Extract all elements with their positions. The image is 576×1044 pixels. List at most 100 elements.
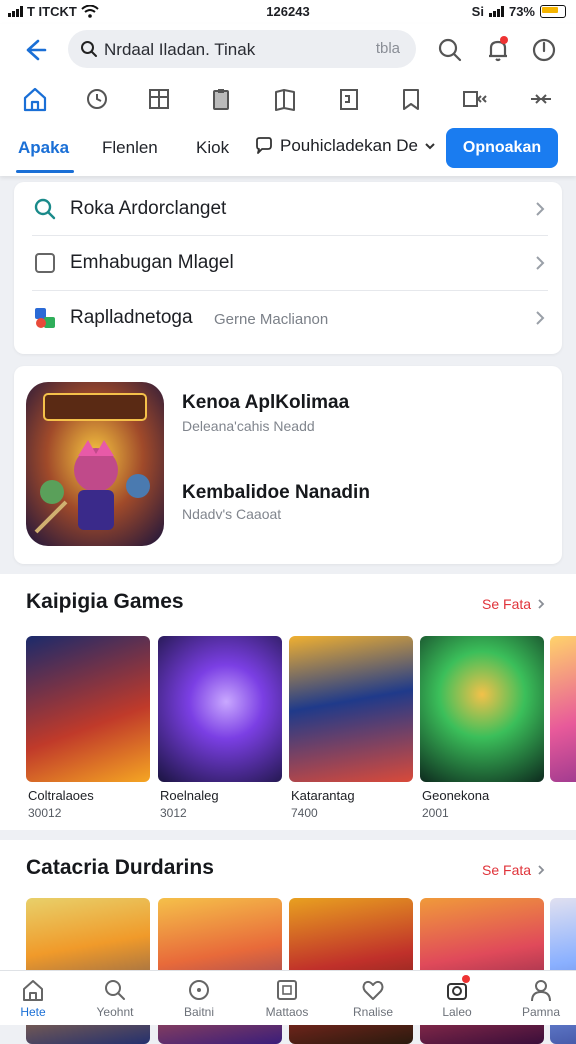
featured-card[interactable]: Kenoa AplKolimaa Deleana'cahis Neadd Kem… [14,366,562,564]
notification-button[interactable] [482,34,514,66]
search-icon [81,41,97,57]
cell-signal-icon [488,6,504,17]
game-name: Coltralaoes [28,788,94,803]
compass-icon [189,980,209,1000]
nav-label: Rnalise [352,1005,394,1019]
game-thumbnail [550,636,576,782]
camera-icon-wrap [444,975,470,1003]
game-card[interactable]: Tr [550,636,576,782]
search-icon [34,198,56,220]
nav-search[interactable]: Yeohnt [74,977,156,1019]
see-all-link[interactable]: Se Fata [482,862,545,878]
home-icon[interactable] [20,84,50,114]
game-meta: 7400 [291,806,318,820]
games-section: Kaipigia Games Se Fata Coltralaoes 30012… [0,574,576,830]
status-right: Si 73% [472,4,566,19]
games-section-2: Catacria Durdarins Se Fata [0,840,576,1044]
bookmark-icon[interactable] [396,84,426,114]
clock-icon[interactable] [82,84,112,114]
battery-icon [540,5,566,18]
nav-library[interactable]: Mattaos [246,977,328,1019]
category-icon-row [0,80,576,120]
chevron-down-icon [425,143,435,150]
document-icon[interactable] [334,84,364,114]
menu-item[interactable]: Emhabugan Mlagel [14,236,562,290]
nav-label: Mattaos [265,1005,309,1019]
book-icon[interactable] [270,84,300,114]
bell-icon [489,40,507,62]
tab-flenlen[interactable]: Flenlen [102,138,158,158]
heart-icon [362,980,384,1000]
active-tab-indicator [16,170,74,173]
menu-item[interactable]: Raplladnetoga Gerne Maclianon [14,291,562,345]
game-name: Geonekona [422,788,490,803]
game-card[interactable]: Roelnaleg 3012 [158,636,282,820]
section-title: Kaipigia Games [26,590,184,613]
menu-item-label: Roka Ardorclanget [70,198,227,219]
chevron-right-icon [536,311,545,325]
search-hint: tbla [375,40,400,57]
home-icon [23,980,43,1001]
status-right-text: Si [471,4,484,19]
notification-dot [462,975,470,983]
nav-home[interactable]: Hete [0,977,74,1019]
checkbox-icon [35,253,55,273]
see-all-link[interactable]: Se Fata [482,596,545,612]
nav-label: Baitni [183,1005,215,1019]
nav-camera[interactable]: Laleo [416,975,498,1019]
chevron-right-icon [538,865,545,875]
clipboard-icon[interactable] [206,84,236,114]
nav-explore[interactable]: Baitni [158,977,240,1019]
grid-icon[interactable] [144,84,174,114]
search-input[interactable] [102,37,326,63]
nav-label: Pamna [521,1005,561,1019]
featured-subtitle-2: Ndadv's Caaoat [182,506,282,522]
game-meta: 2001 [422,806,449,820]
see-all-label: Se Fata [482,862,532,878]
search-icon[interactable] [434,34,466,66]
featured-title-1: Kenoa AplKolimaa [182,392,350,413]
featured-subtitle-1: Deleana'cahis Neadd [182,418,315,434]
tab-apaka[interactable]: Apaka [18,138,69,158]
chevron-right-icon [536,256,545,270]
filter-dropdown[interactable]: Pouhicladekan De [254,136,436,156]
media-icon[interactable] [460,84,490,114]
game-card[interactable]: Geonekona 2001 [420,636,544,820]
menu-item-label: Raplladnetoga [70,307,193,328]
back-arrow-icon[interactable] [18,34,50,66]
game-card[interactable]: Coltralaoes 30012 [26,636,150,820]
tab-row: Apaka Flenlen Kiok Pouhicladekan De Opno… [0,124,576,176]
open-button[interactable]: Opnoakan [446,128,558,168]
status-bar: T ITCKT 126243 Si 73% [0,0,576,24]
game-thumbnail [26,636,150,782]
section-title: Catacria Durdarins [26,856,214,879]
game-meta: 3012 [160,806,187,820]
nav-label: Laleo [442,1005,472,1019]
bottom-nav: Hete Yeohnt Baitni Mattaos Rnalise Laleo… [0,970,576,1025]
see-all-label: Se Fata [482,596,532,612]
search-row: tbla [0,24,576,76]
chevron-right-icon [536,202,545,216]
game-card[interactable]: Katarantag 7400 [289,636,413,820]
game-thumbnail [158,636,282,782]
nav-profile[interactable]: Pamna [500,977,576,1019]
search-bar[interactable]: tbla [68,30,416,68]
game-thumbnail [289,636,413,782]
menu-item[interactable]: Roka Ardorclanget [14,182,562,236]
menu-item-subtext: Gerne Maclianon [214,311,329,328]
app-header: tbla Apaka Flenlen Kiok Pouhicladekan De… [0,24,576,176]
more-icon[interactable] [526,84,556,114]
square-icon [277,980,297,1000]
chevron-right-icon [538,599,545,609]
battery-percent: 73% [508,4,535,19]
dropdown-label: Pouhicladekan De [280,136,418,155]
featured-title-2: Kembalidoe Nanadin [182,482,370,503]
featured-game-art[interactable] [26,382,164,546]
game-meta: 30012 [28,806,62,820]
tab-kiok[interactable]: Kiok [196,138,229,158]
power-icon[interactable] [528,34,560,66]
game-art-illustration [26,382,164,546]
game-thumbnail [420,636,544,782]
nav-favorites[interactable]: Rnalise [332,977,414,1019]
game-name: Katarantag [291,788,355,803]
